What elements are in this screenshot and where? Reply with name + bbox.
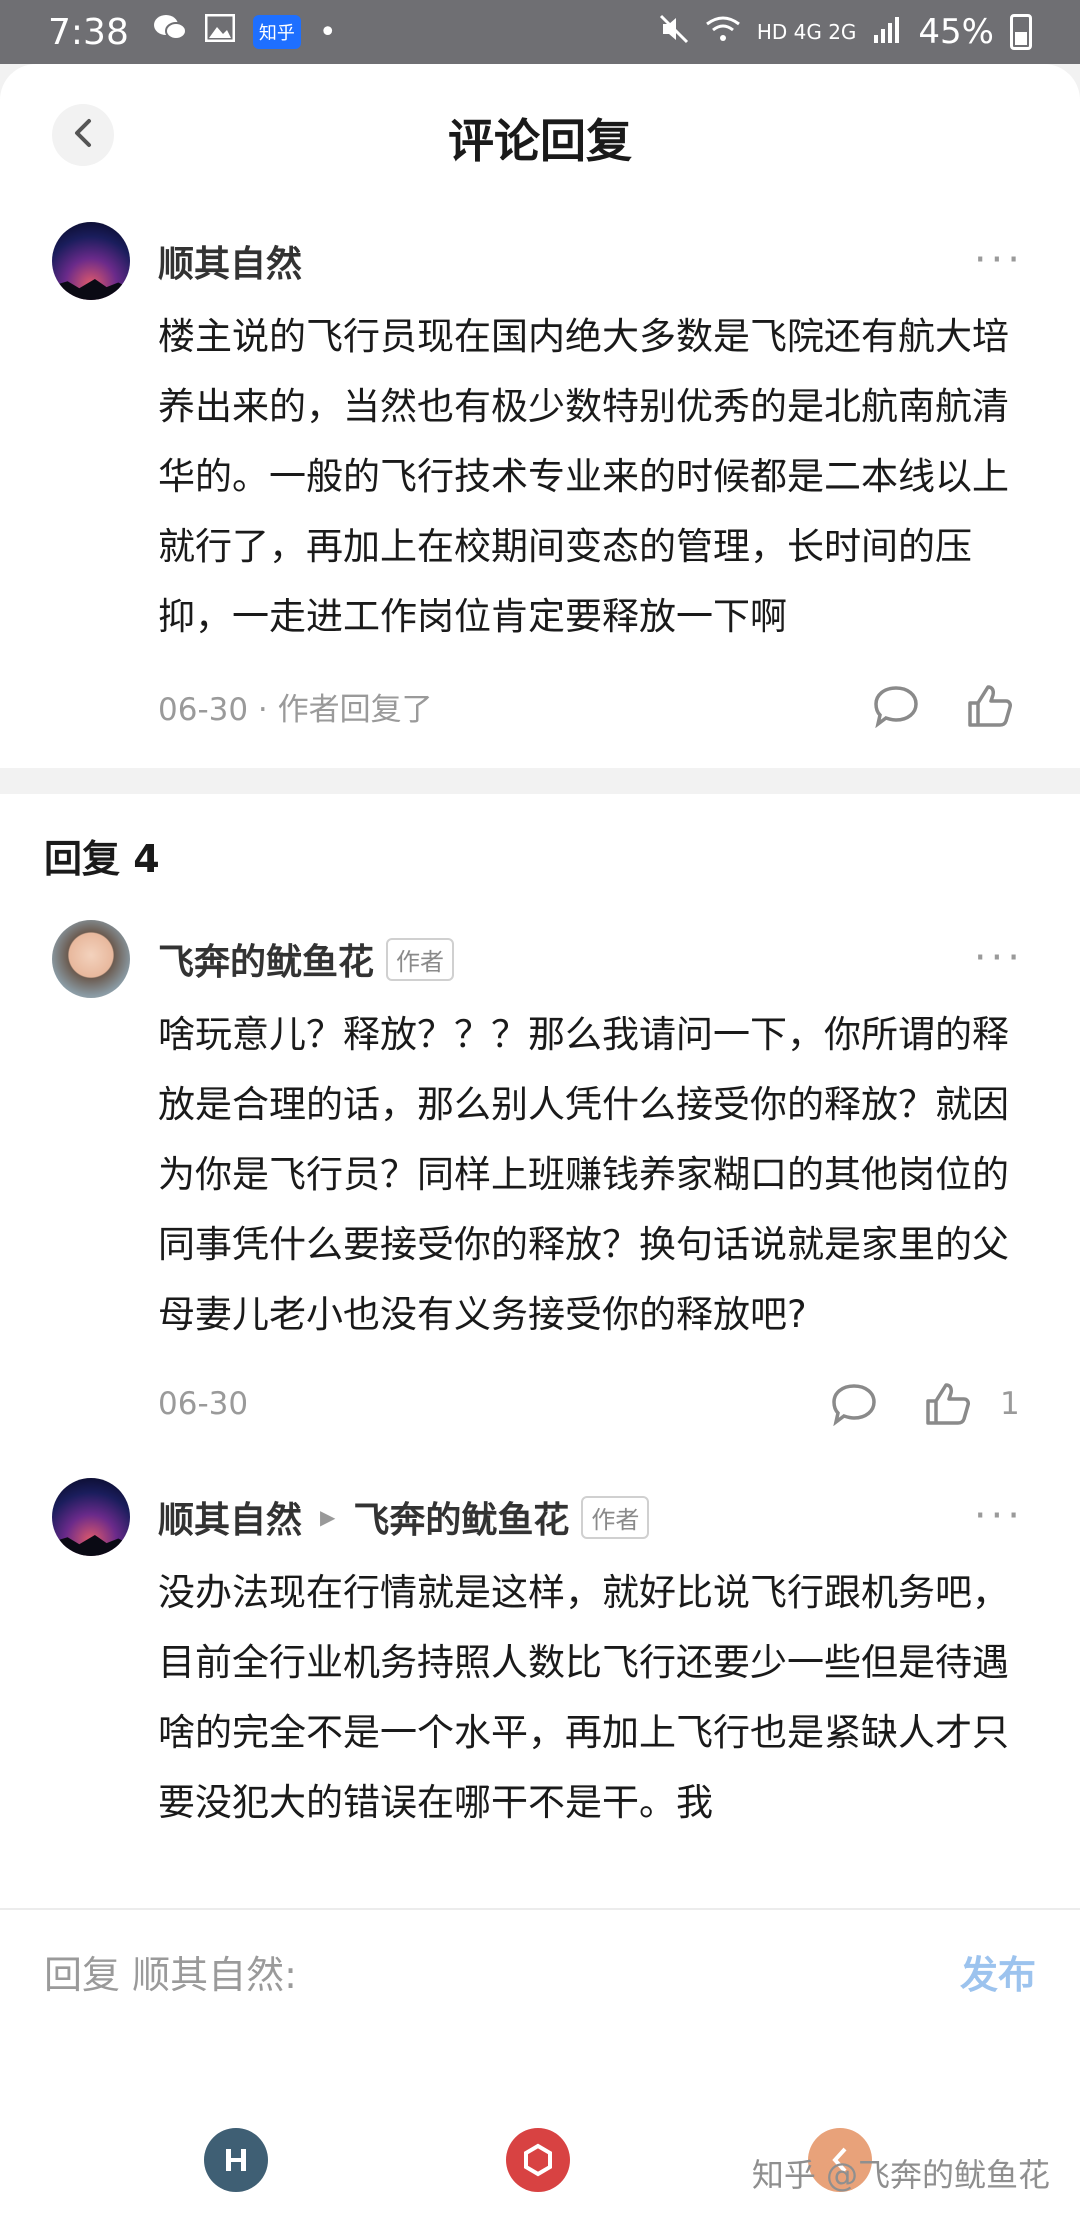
main-comment: 顺其自然 ··· 楼主说的飞行员现在国内绝大多数是飞院还有航大培养出来的，当然也…: [0, 222, 1080, 746]
battery-icon: [1010, 14, 1032, 50]
more-options-icon[interactable]: ···: [974, 938, 1024, 978]
battery-percent: 45%: [918, 12, 994, 52]
dock-app-icon[interactable]: [506, 2128, 570, 2192]
reply-date: 06-30: [158, 1386, 249, 1422]
wechat-icon: [153, 13, 187, 51]
like-count: 1: [1000, 1386, 1020, 1422]
comment-header: 顺其自然: [158, 222, 1020, 300]
avatar[interactable]: [52, 920, 130, 998]
reply-header: 顺其自然 ▶ 飞奔的鱿鱼花 作者: [158, 1478, 1020, 1556]
thumbs-up-icon[interactable]: [960, 676, 1020, 736]
watermark: 知乎 @飞奔的鱿鱼花: [751, 2156, 1050, 2194]
avatar[interactable]: [52, 222, 130, 300]
notification-dot-icon: •: [318, 14, 337, 50]
reply-meta: 06-30 1: [158, 1364, 1020, 1444]
status-right: HD 4G 2G 45%: [659, 12, 1032, 52]
reply-text: 没办法现在行情就是这样，就好比说飞行跟机务吧，目前全行业机务持照人数比飞行还要少…: [158, 1571, 1009, 1824]
reply-actions: 1: [824, 1374, 1020, 1434]
reply-text: 啥玩意儿？释放？？？那么我请问一下，你所谓的释放是合理的话，那么别人凭什么接受你…: [158, 1013, 1009, 1336]
reply-to-arrow-icon: ▶: [320, 1505, 336, 1529]
comment-bubble-icon[interactable]: [824, 1374, 884, 1434]
signal-icon: [872, 15, 902, 50]
reply-to-name[interactable]: 飞奔的鱿鱼花: [353, 1491, 569, 1543]
dock-app-icon[interactable]: [204, 2128, 268, 2192]
author-name[interactable]: 顺其自然: [158, 235, 302, 287]
comment-text: 楼主说的飞行员现在国内绝大多数是飞院还有航大培养出来的，当然也有极少数特别优秀的…: [158, 315, 1009, 638]
comment-meta: 06-30 · 作者回复了: [158, 666, 1020, 746]
thumbs-up-icon[interactable]: [918, 1374, 978, 1434]
bottom-dock: 知乎 @飞奔的鱿鱼花: [0, 2032, 1080, 2220]
author-badge: 作者: [581, 1495, 650, 1539]
header: 评论回复: [0, 64, 1080, 212]
avatar[interactable]: [52, 1478, 130, 1556]
author-badge: 作者: [386, 937, 455, 981]
comment-date: 06-30 · 作者回复了: [158, 691, 433, 728]
comment-bubble-icon[interactable]: [866, 676, 926, 736]
back-button[interactable]: [52, 104, 114, 166]
comment-reply-sheet: 评论回复 顺其自然 ··· 楼主说的飞行员现在国内绝大多数是飞院还有航大培养出来…: [0, 64, 1080, 2220]
comment-actions: [866, 676, 1020, 736]
page-title: 评论回复: [448, 114, 632, 168]
network-label: HD 4G 2G: [756, 20, 857, 44]
reply-input[interactable]: 回复 顺其自然:: [44, 1944, 297, 1999]
publish-button[interactable]: 发布: [960, 1944, 1036, 1999]
status-bar: 7:38 知乎 • HD 4G 2G 45%: [0, 0, 1080, 64]
more-options-icon[interactable]: ···: [974, 1496, 1024, 1536]
zhihu-app-icon: 知乎: [252, 15, 301, 49]
replies-count-heading: 回复 4: [44, 837, 160, 881]
chevron-left-icon: [71, 118, 95, 152]
section-divider: [0, 768, 1080, 794]
status-time: 7:38: [48, 11, 129, 53]
reply-item: 飞奔的鱿鱼花 作者 ··· 啥玩意儿？释放？？？那么我请问一下，你所谓的释放是合…: [0, 920, 1080, 1444]
more-options-icon[interactable]: ···: [974, 240, 1024, 280]
reply-input-bar: 回复 顺其自然: 发布: [0, 1908, 1080, 2032]
mute-icon: [659, 14, 689, 51]
wifi-icon: [705, 14, 741, 51]
author-name[interactable]: 顺其自然: [158, 1491, 302, 1543]
reply-header: 飞奔的鱿鱼花 作者: [158, 920, 1020, 998]
reply-item: 顺其自然 ▶ 飞奔的鱿鱼花 作者 ··· 没办法现在行情就是这样，就好比说飞行跟…: [0, 1478, 1080, 1838]
author-name[interactable]: 飞奔的鱿鱼花: [158, 933, 374, 985]
gallery-icon: [204, 13, 236, 50]
